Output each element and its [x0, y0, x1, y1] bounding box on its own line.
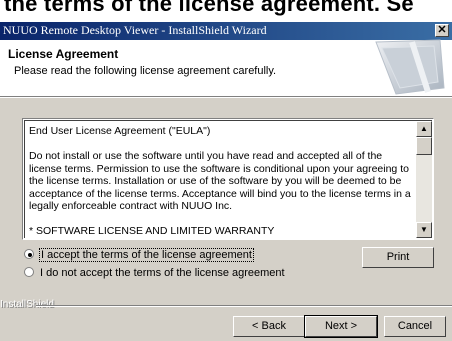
decline-label: I do not accept the terms of the license…: [40, 267, 285, 279]
arrow-up-icon: ▲: [420, 124, 428, 133]
next-button[interactable]: Next >: [304, 315, 378, 338]
banner-text: the terms of the license agreement. Se: [4, 0, 414, 16]
license-text-box[interactable]: End User License Agreement ("EULA") Do n…: [22, 118, 434, 240]
installer-graphic-icon: [375, 39, 445, 95]
background-banner: the terms of the license agreement. Se: [0, 0, 452, 22]
accept-radio-option[interactable]: I accept the terms of the license agreem…: [24, 248, 254, 262]
arrow-down-icon: ▼: [420, 225, 428, 234]
accept-label: I accept the terms of the license agreem…: [39, 248, 254, 262]
back-button[interactable]: < Back: [233, 316, 305, 337]
decline-radio-option[interactable]: I do not accept the terms of the license…: [24, 267, 285, 279]
footer-separator: [36, 305, 452, 307]
header-divider: [0, 97, 452, 98]
vertical-scrollbar[interactable]: ▲ ▼: [416, 121, 432, 238]
header-subtitle: Please read the following license agreem…: [14, 65, 277, 77]
print-button[interactable]: Print: [362, 247, 434, 268]
cancel-button[interactable]: Cancel: [384, 316, 446, 337]
scroll-down-button[interactable]: ▼: [416, 222, 432, 238]
close-icon: ✕: [437, 24, 447, 36]
decline-radio[interactable]: [24, 267, 34, 277]
license-text: End User License Agreement ("EULA") Do n…: [29, 125, 411, 239]
wizard-header: License Agreement Please read the follow…: [0, 39, 452, 97]
close-button[interactable]: ✕: [435, 24, 449, 37]
scroll-thumb[interactable]: [416, 137, 432, 155]
header-title: License Agreement: [8, 47, 119, 61]
accept-radio[interactable]: [24, 249, 34, 259]
window-title: NUUO Remote Desktop Viewer - InstallShie…: [3, 23, 267, 37]
scroll-up-button[interactable]: ▲: [416, 121, 432, 137]
installer-dialog: License Agreement Please read the follow…: [0, 39, 452, 341]
